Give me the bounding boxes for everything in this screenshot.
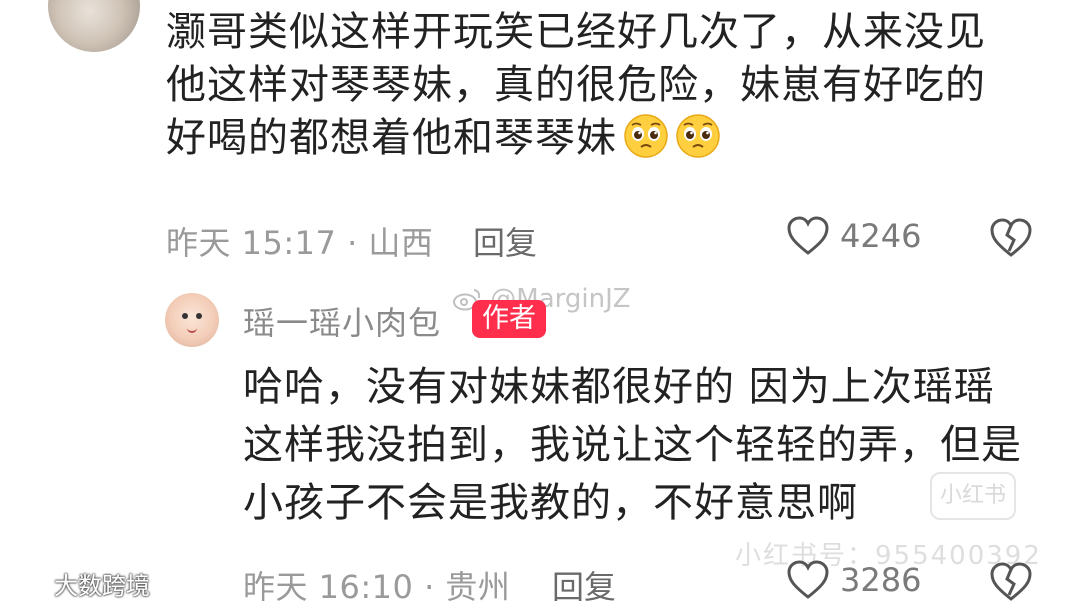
heart-icon	[787, 216, 829, 255]
reply-button[interactable]: 回复	[552, 562, 616, 608]
brand-name: 大数跨境	[54, 572, 150, 600]
pleading-face-icon	[676, 114, 720, 158]
comment-text: 灏哥类似这样开玩笑已经好几次了，从来没见 他这样对琴琴妹，真的很危险，妹崽有好吃…	[166, 6, 1046, 165]
like-button[interactable]: 3286	[786, 560, 921, 600]
reply-meta: 昨天 16:10 · 贵州	[243, 568, 511, 606]
comment-line: 好喝的都想着他和琴琴妹	[166, 112, 1046, 165]
brand-logo-icon	[12, 574, 45, 593]
heart-icon	[787, 560, 829, 599]
reply-line: 哈哈，没有对妹妹都很好的 因为上次瑶瑶	[243, 364, 995, 410]
broken-heart-icon[interactable]	[988, 562, 1034, 602]
broken-heart-icon[interactable]	[988, 218, 1034, 258]
comment-line-text: 好喝的都想着他和琴琴妹	[166, 115, 617, 161]
comment-line: 他这样对琴琴妹，真的很危险，妹崽有好吃的	[166, 62, 986, 108]
author-badge: 作者	[472, 300, 546, 338]
reply-line: 这样我没拍到，我说让这个轻轻的弄，但是	[243, 422, 1022, 468]
reply-author-avatar[interactable]	[165, 293, 219, 347]
comment-line: 灏哥类似这样开玩笑已经好几次了，从来没见	[166, 9, 986, 55]
like-count: 3286	[840, 561, 922, 599]
commenter-avatar[interactable]	[48, 0, 140, 52]
pleading-face-icon	[624, 114, 668, 158]
corner-brand-watermark: 大数跨境	[10, 566, 150, 601]
comment-meta: 昨天 15:17 · 山西	[166, 224, 434, 262]
avatar-mouth	[187, 326, 197, 333]
avatar-eye	[182, 313, 188, 319]
reply-button[interactable]: 回复	[473, 218, 537, 264]
like-count: 4246	[840, 217, 922, 255]
xhs-logo-watermark: 小红书	[930, 472, 1016, 520]
like-button[interactable]: 4246	[786, 216, 921, 256]
reply-username[interactable]: 瑶一瑶小肉包	[243, 298, 441, 344]
avatar-eye	[196, 313, 202, 319]
